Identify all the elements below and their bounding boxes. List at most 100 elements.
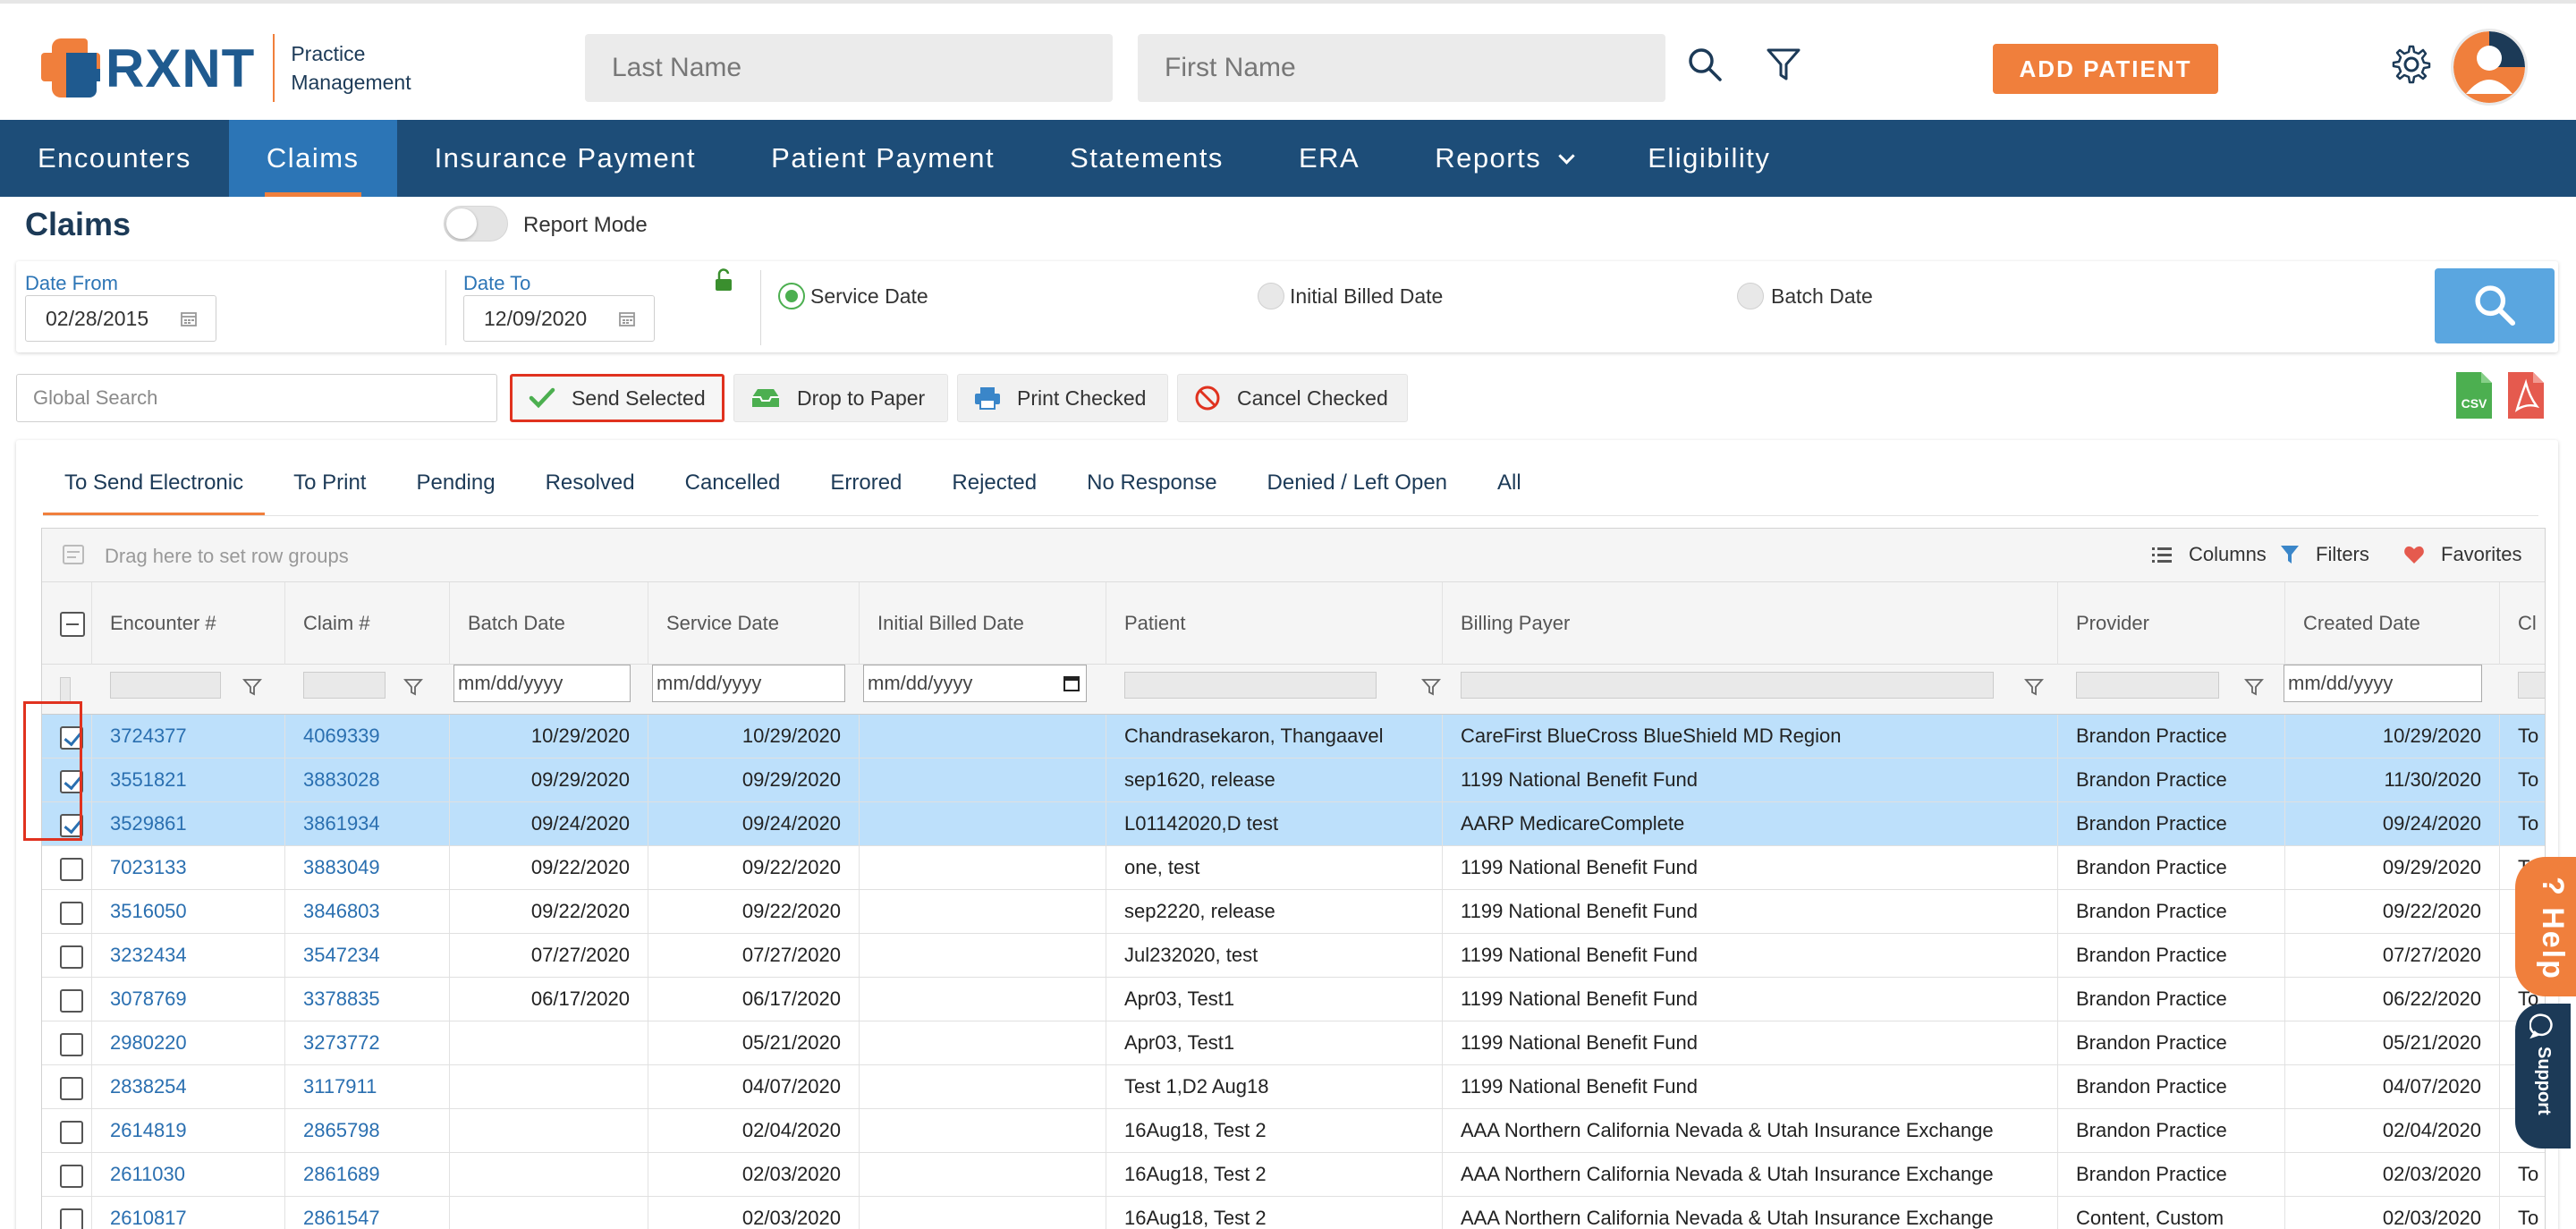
header-service-date[interactable]: Service Date: [648, 582, 860, 665]
table-row[interactable]: 3724377 4069339 10/29/2020 10/29/2020 Chandr…: [42, 715, 2545, 759]
first-name-input[interactable]: [1138, 34, 1665, 102]
header-patient[interactable]: Patient: [1106, 582, 1443, 665]
header-batch-date[interactable]: Batch Date: [450, 582, 648, 665]
cell-claim[interactable]: 4069339: [285, 715, 450, 758]
last-name-input[interactable]: [585, 34, 1113, 102]
cell-claim[interactable]: 3273772: [285, 1021, 450, 1064]
filter-encounter[interactable]: [110, 672, 221, 699]
favorites-button[interactable]: Favorites: [2403, 543, 2521, 566]
global-search-input[interactable]: [16, 374, 497, 422]
cell-encounter[interactable]: 3232434: [92, 934, 285, 977]
filters-button[interactable]: Filters: [2280, 543, 2369, 566]
funnel-icon[interactable]: [2244, 677, 2264, 697]
header-provider[interactable]: Provider: [2058, 582, 2285, 665]
support-tab[interactable]: Support: [2515, 1004, 2571, 1148]
cell-encounter[interactable]: 3551821: [92, 759, 285, 801]
tab-all[interactable]: All: [1476, 462, 1543, 504]
filter-cl[interactable]: [2518, 672, 2545, 699]
table-row[interactable]: 2610817 2861547 02/03/2020 16Aug18, Test 2A…: [42, 1197, 2545, 1229]
cell-claim[interactable]: 2861547: [285, 1197, 450, 1229]
table-row[interactable]: 7023133 3883049 09/22/2020 09/22/2020 one, t…: [42, 846, 2545, 890]
tab-denied-left-open[interactable]: Denied / Left Open: [1246, 462, 1469, 504]
tab-cancelled[interactable]: Cancelled: [664, 462, 802, 504]
header-created-date[interactable]: Created Date: [2285, 582, 2500, 665]
row-group-bar[interactable]: Drag here to set row groups Columns Filt…: [42, 529, 2545, 582]
cell-encounter[interactable]: 2611030: [92, 1153, 285, 1196]
radio-service-date[interactable]: [778, 283, 805, 309]
select-all-checkbox[interactable]: [60, 612, 85, 637]
filter-billing-payer[interactable]: [1461, 672, 1994, 699]
pdf-icon[interactable]: [2506, 370, 2546, 420]
columns-button[interactable]: Columns: [2151, 543, 2267, 566]
filter-provider[interactable]: [2076, 672, 2219, 699]
calendar-icon[interactable]: [1063, 674, 1080, 692]
funnel-icon[interactable]: [242, 677, 262, 697]
calendar-icon[interactable]: [180, 309, 198, 327]
header-claim[interactable]: Claim #: [285, 582, 450, 665]
row-checkbox[interactable]: [60, 1121, 83, 1144]
header-initial-billed-date[interactable]: Initial Billed Date: [860, 582, 1106, 665]
cell-claim[interactable]: 3883028: [285, 759, 450, 801]
radio-batch-date[interactable]: [1737, 283, 1764, 309]
tab-pending[interactable]: Pending: [394, 462, 516, 504]
header-billing-payer[interactable]: Billing Payer: [1443, 582, 2058, 665]
tab-rejected[interactable]: Rejected: [930, 462, 1058, 504]
cell-claim[interactable]: 2865798: [285, 1109, 450, 1152]
filter-batch-date[interactable]: mm/dd/yyyy: [453, 665, 631, 702]
nav-claims[interactable]: Claims: [228, 120, 397, 197]
cancel-checked-button[interactable]: Cancel Checked: [1177, 374, 1408, 422]
nav-era[interactable]: ERA: [1261, 120, 1397, 197]
date-from-field[interactable]: 02/28/2015: [25, 295, 216, 342]
nav-patient-payment[interactable]: Patient Payment: [733, 120, 1032, 197]
filter-icon[interactable]: [1764, 45, 1803, 84]
calendar-icon[interactable]: [618, 309, 636, 327]
report-mode-toggle[interactable]: [444, 206, 508, 242]
filter-initial-billed-date[interactable]: mm/dd/yyyy: [863, 665, 1087, 702]
row-checkbox[interactable]: [60, 945, 83, 969]
cell-claim[interactable]: 3117911: [285, 1065, 450, 1108]
nav-statements[interactable]: Statements: [1032, 120, 1261, 197]
row-checkbox[interactable]: [60, 1033, 83, 1056]
help-tab[interactable]: ? Help: [2515, 857, 2576, 996]
cell-encounter[interactable]: 7023133: [92, 846, 285, 889]
cell-encounter[interactable]: 3516050: [92, 890, 285, 933]
tab-to-print[interactable]: To Print: [272, 462, 387, 504]
search-submit-button[interactable]: [2435, 268, 2555, 343]
gear-icon[interactable]: [2392, 45, 2431, 84]
table-row[interactable]: 2614819 2865798 02/04/2020 16Aug18, Test 2A…: [42, 1109, 2545, 1153]
funnel-icon[interactable]: [1421, 677, 1441, 697]
tab-to-send-electronic[interactable]: To Send Electronic: [43, 462, 266, 515]
search-icon[interactable]: [1685, 45, 1724, 84]
cell-encounter[interactable]: 3078769: [92, 978, 285, 1021]
cell-encounter[interactable]: 2838254: [92, 1065, 285, 1108]
add-patient-button[interactable]: ADD PATIENT: [1993, 44, 2218, 94]
tab-no-response[interactable]: No Response: [1065, 462, 1238, 504]
table-row[interactable]: 2838254 3117911 04/07/2020 Test 1,D2 Aug18 1…: [42, 1065, 2545, 1109]
row-checkbox[interactable]: [60, 1165, 83, 1188]
table-row[interactable]: 3078769 3378835 06/17/2020 06/17/2020 Apr03,…: [42, 978, 2545, 1021]
table-row[interactable]: 3529861 3861934 09/24/2020 09/24/2020 L01142…: [42, 802, 2545, 846]
unlock-icon[interactable]: [714, 268, 733, 292]
cell-claim[interactable]: 2861689: [285, 1153, 450, 1196]
radio-initial-billed-date[interactable]: [1258, 283, 1284, 309]
print-checked-button[interactable]: Print Checked: [957, 374, 1168, 422]
row-checkbox[interactable]: [60, 1077, 83, 1100]
cell-claim[interactable]: 3547234: [285, 934, 450, 977]
row-checkbox[interactable]: [60, 989, 83, 1013]
cell-claim[interactable]: 3883049: [285, 846, 450, 889]
filter-service-date[interactable]: mm/dd/yyyy: [652, 665, 845, 702]
user-avatar[interactable]: [2451, 29, 2528, 106]
row-checkbox[interactable]: [60, 858, 83, 881]
date-to-field[interactable]: 12/09/2020: [463, 295, 655, 342]
table-row[interactable]: 3516050 3846803 09/22/2020 09/22/2020 sep222…: [42, 890, 2545, 934]
cell-claim[interactable]: 3861934: [285, 802, 450, 845]
header-cl[interactable]: Cl: [2500, 582, 2545, 665]
cell-encounter[interactable]: 2610817: [92, 1197, 285, 1229]
table-row[interactable]: 2611030 2861689 02/03/2020 16Aug18, Test 2A…: [42, 1153, 2545, 1197]
tab-errored[interactable]: Errored: [809, 462, 923, 504]
filter-claim[interactable]: [303, 672, 386, 699]
funnel-icon[interactable]: [403, 677, 423, 697]
nav-reports[interactable]: Reports: [1397, 120, 1610, 197]
nav-insurance-payment[interactable]: Insurance Payment: [397, 120, 734, 197]
csv-icon[interactable]: CSV: [2454, 370, 2494, 420]
